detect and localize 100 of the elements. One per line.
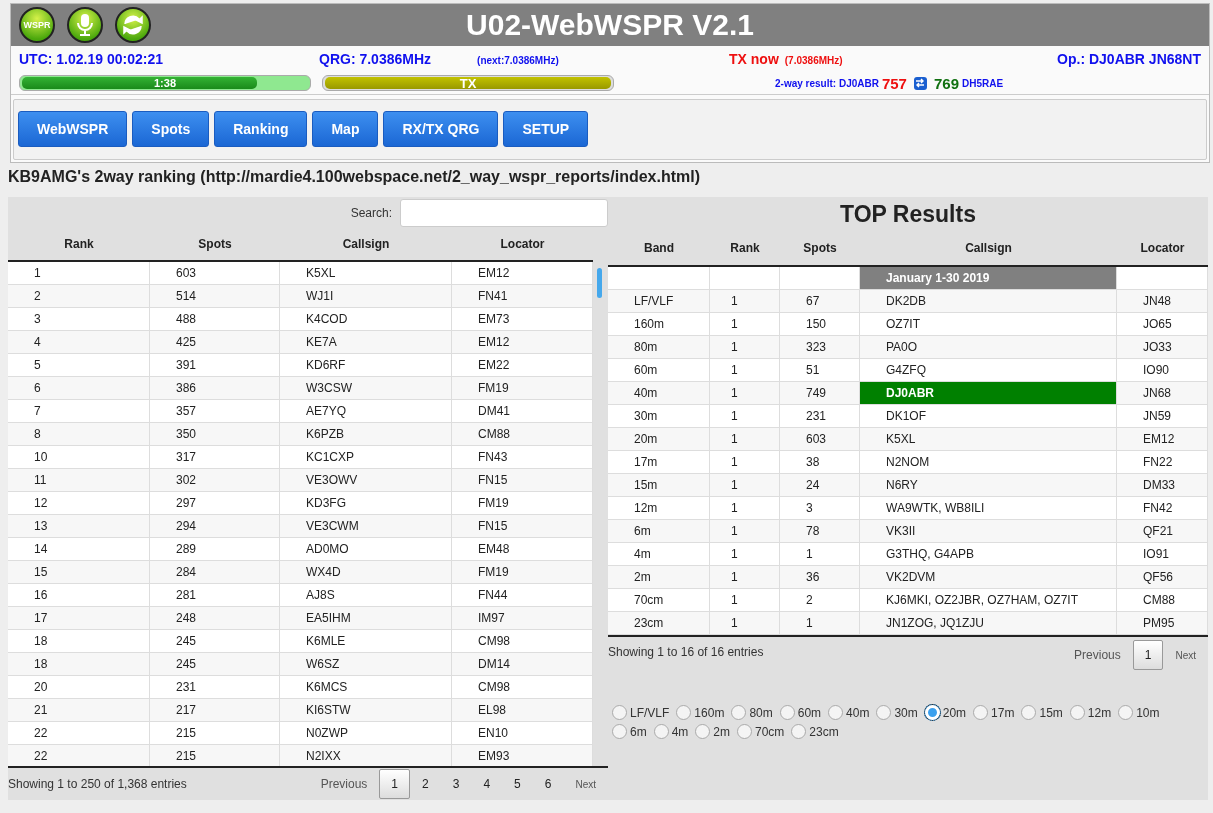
table-cell: 231 [150, 675, 280, 699]
table-cell: 17 [8, 606, 150, 630]
table-cell: 15 [8, 560, 150, 584]
band-radio[interactable] [737, 724, 752, 739]
other-callsign: DH5RAE [962, 77, 1004, 89]
table-cell: 2m [608, 566, 710, 589]
table-cell: DM33 [1117, 474, 1208, 497]
table-cell: K6MLE [280, 629, 452, 653]
band-label[interactable]: 70cm [755, 725, 785, 739]
band-radio[interactable] [612, 724, 627, 739]
column-header[interactable]: Spots [780, 241, 860, 255]
band-label[interactable]: 20m [942, 706, 967, 720]
band-label[interactable]: 17m [991, 706, 1015, 720]
band-label[interactable]: 10m [1136, 706, 1160, 720]
band-label[interactable]: 4m [671, 725, 689, 739]
table-cell: 317 [150, 445, 280, 469]
table-cell: CM98 [452, 675, 593, 699]
nav-button[interactable]: Ranking [214, 111, 308, 147]
table-cell: 22 [8, 721, 150, 745]
page-link[interactable]: 4 [471, 769, 503, 800]
nav-button[interactable]: WebWSPR [18, 111, 128, 147]
column-header[interactable]: Rank [8, 237, 150, 252]
table-cell: DM14 [452, 652, 593, 676]
band-radio[interactable] [695, 724, 711, 739]
band-radio[interactable] [731, 705, 747, 720]
microphone-button[interactable] [67, 7, 103, 43]
refresh-button[interactable] [115, 7, 151, 43]
band-radio[interactable] [973, 705, 989, 720]
table-cell: EM12 [452, 261, 593, 285]
band-label[interactable]: 160m [694, 706, 725, 720]
table-cell: KD3FG [280, 491, 452, 515]
table-cell: CM88 [452, 422, 593, 446]
next-link[interactable]: Next [1163, 649, 1208, 661]
table-cell: 4 [8, 330, 150, 354]
band-radio[interactable] [779, 705, 795, 720]
table-cell: 2 [8, 284, 150, 308]
table-cell: 40m [608, 382, 710, 405]
table-cell: VE3CWM [280, 514, 452, 538]
band-radio[interactable] [876, 705, 892, 720]
band-radio[interactable] [828, 705, 844, 720]
previous-link[interactable]: Previous [308, 777, 380, 792]
band-label[interactable]: 2m [713, 725, 730, 739]
nav-button[interactable]: Map [312, 111, 379, 147]
table-cell: EL98 [452, 698, 593, 722]
search-field[interactable] [400, 198, 608, 227]
table-cell: 603 [780, 428, 860, 451]
entries-info: Showing 1 to 250 of 1,368 entries [8, 777, 187, 792]
column-header[interactable]: Spots [150, 237, 280, 252]
table-cell: FM19 [452, 376, 593, 400]
nav-button[interactable]: RX/TX QRG [383, 111, 499, 147]
band-label[interactable]: 40m [846, 706, 870, 720]
table-cell: DM41 [452, 399, 593, 423]
band-label[interactable]: 23cm [809, 725, 839, 739]
band-radio[interactable] [676, 705, 692, 720]
band-radio[interactable] [1069, 705, 1085, 720]
table-cell: AE7YQ [280, 399, 452, 423]
page-link[interactable]: 1 [379, 769, 410, 800]
previous-link[interactable]: Previous [1062, 648, 1133, 662]
band-label[interactable]: 12m [1087, 706, 1112, 720]
page-link[interactable]: 6 [532, 769, 564, 800]
column-header[interactable]: Locator [452, 237, 593, 252]
table-cell: EM12 [1117, 428, 1208, 451]
column-header[interactable]: Band [608, 241, 710, 255]
table-cell: 284 [150, 560, 280, 584]
band-label[interactable]: 60m [797, 706, 822, 720]
page-link[interactable]: 3 [440, 769, 472, 800]
band-radio[interactable] [612, 705, 627, 720]
table-cell: EM22 [452, 353, 593, 377]
tx-frequency: (7.0386MHz) [784, 55, 843, 66]
band-radio[interactable] [1021, 705, 1037, 720]
column-header[interactable]: Rank [710, 241, 780, 255]
table-cell: 80m [608, 336, 710, 359]
table-cell: KC1CXP [280, 445, 452, 469]
page-link[interactable]: 5 [502, 769, 533, 800]
column-header[interactable]: Locator [1117, 241, 1208, 255]
table-cell: 67 [780, 290, 860, 313]
band-radio[interactable] [653, 724, 669, 739]
column-header[interactable]: Callsign [280, 237, 452, 252]
band-label[interactable]: 15m [1039, 706, 1063, 720]
table-cell: 391 [150, 353, 280, 377]
band-label[interactable]: 30m [894, 706, 918, 720]
scrollbar-thumb[interactable] [597, 267, 602, 298]
nav-button[interactable]: Spots [132, 111, 210, 147]
band-label[interactable]: 6m [630, 725, 647, 739]
nav-button[interactable]: SETUP [503, 111, 589, 147]
table-cell: 22 [8, 744, 150, 767]
table-cell: VK3II [860, 520, 1117, 543]
page-link[interactable]: 1 [1132, 640, 1164, 670]
table-cell: PA0O [860, 336, 1117, 359]
band-label[interactable]: LF/VLF [630, 706, 670, 720]
table-cell: KI6STW [280, 698, 452, 722]
next-link[interactable]: Next [563, 778, 608, 790]
table-cell: QF56 [1117, 566, 1208, 589]
table-cell: K4COD [280, 307, 452, 331]
page-link[interactable]: 2 [410, 769, 441, 800]
table-cell: N6RY [860, 474, 1117, 497]
column-header[interactable]: Callsign [860, 241, 1117, 255]
band-radio[interactable] [1118, 705, 1134, 720]
band-label[interactable]: 80m [749, 706, 773, 720]
band-radio[interactable] [791, 724, 807, 739]
